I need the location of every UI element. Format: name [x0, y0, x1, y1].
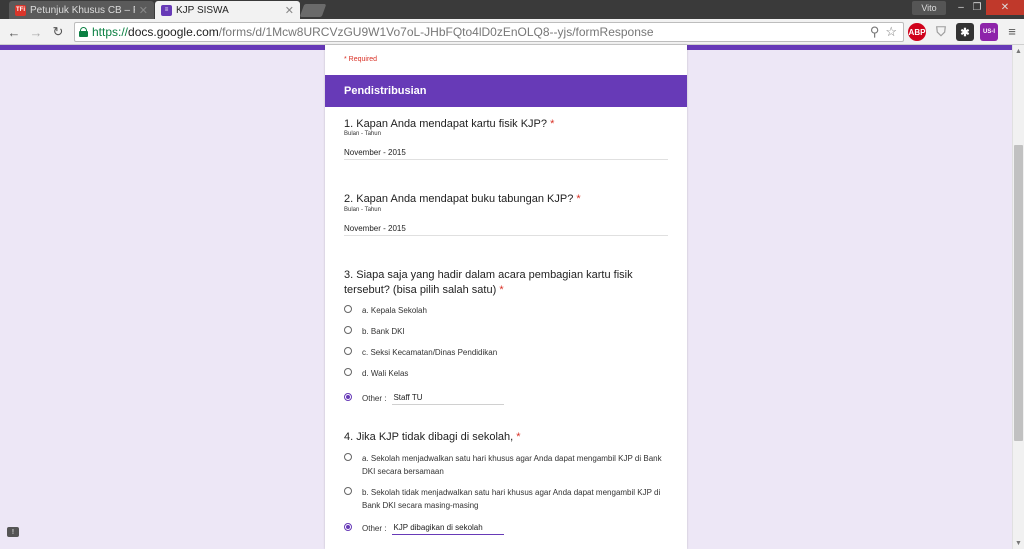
question-1-title: 1. Kapan Anda mendapat kartu fisik KJP? …	[344, 117, 664, 132]
new-tab-button[interactable]	[299, 4, 327, 17]
option-label: a. Sekolah menjadwalkan satu hari khusus…	[362, 454, 662, 476]
adblock-plus-icon[interactable]: ABP	[908, 23, 926, 41]
question-3-option-other[interactable]: Other : Staff TU	[344, 392, 674, 406]
radio-button[interactable]	[344, 305, 352, 313]
back-button[interactable]: ←	[6, 24, 22, 40]
required-note: * Required	[344, 56, 378, 63]
puzzle-extension-icon[interactable]: ✱	[956, 23, 974, 41]
question-3-option-a[interactable]: a. Kepala Sekolah	[344, 304, 674, 317]
question-3-option-c[interactable]: c. Seksi Kecamatan/Dinas Pendidikan	[344, 346, 674, 359]
tab-title: Petunjuk Khusus CB – Profi	[30, 4, 135, 16]
tab-petunjuk[interactable]: TFi Petunjuk Khusus CB – Profi ✕	[9, 1, 154, 19]
url-path: /forms/d/1Mcw8URCVzGU9W1Vo7oL-JHbFQto4lD…	[218, 25, 654, 39]
tab-title: KJP SISWA	[176, 4, 229, 16]
question-1-input[interactable]: November - 2015	[344, 146, 668, 160]
option-label: b. Sekolah tidak menjadwalkan satu hari …	[362, 488, 661, 510]
required-star: *	[576, 193, 581, 205]
address-bar[interactable]: https:// docs.google.com /forms/d/1Mcw8U…	[74, 22, 904, 42]
menu-icon[interactable]: ≡	[1004, 23, 1020, 39]
close-tab-icon[interactable]: ✕	[285, 4, 294, 17]
other-text-input[interactable]: KJP dibagikan di sekolah	[392, 521, 505, 535]
browser-titlebar: TFi Petunjuk Khusus CB – Profi ✕ ≡ KJP S…	[0, 0, 1024, 19]
question-4-option-a[interactable]: a. Sekolah menjadwalkan satu hari khusus…	[344, 452, 674, 478]
radio-button[interactable]	[344, 453, 352, 461]
required-star: *	[550, 118, 555, 130]
scroll-up-icon[interactable]: ▲	[1013, 45, 1024, 57]
radio-button[interactable]	[344, 347, 352, 355]
radio-button-selected[interactable]	[344, 523, 352, 531]
radio-button[interactable]	[344, 326, 352, 334]
tfi-favicon-icon: TFi	[15, 4, 26, 16]
question-text: 1. Kapan Anda mendapat kartu fisik KJP?	[344, 118, 548, 130]
option-label: c. Seksi Kecamatan/Dinas Pendidikan	[362, 348, 498, 357]
scroll-down-icon[interactable]: ▼	[1013, 537, 1024, 549]
other-label: Other :	[362, 394, 387, 403]
question-3-option-b[interactable]: b. Bank DKI	[344, 325, 674, 338]
other-text-input[interactable]: Staff TU	[392, 391, 505, 405]
question-4-title: 4. Jika KJP tidak dibagi di sekolah, *	[344, 430, 664, 445]
feedback-icon[interactable]: !	[7, 527, 19, 537]
browser-toolbar: ← → ↻ https:// docs.google.com /forms/d/…	[0, 19, 1024, 45]
forward-button[interactable]: →	[28, 24, 44, 40]
reload-button[interactable]: ↻	[50, 24, 66, 40]
bookmark-star-icon[interactable]: ☆	[885, 24, 897, 40]
close-tab-icon[interactable]: ✕	[139, 4, 148, 17]
question-text: 4. Jika KJP tidak dibagi di sekolah,	[344, 431, 514, 443]
other-label: Other :	[362, 524, 387, 533]
url-host: docs.google.com	[128, 25, 219, 39]
window-close-button[interactable]: ✕	[986, 0, 1024, 15]
question-4-option-b[interactable]: b. Sekolah tidak menjadwalkan satu hari …	[344, 486, 674, 512]
page-scrollbar[interactable]: ▲ ▼	[1012, 45, 1024, 549]
question-3-option-d[interactable]: d. Wali Kelas	[344, 367, 674, 380]
radio-button[interactable]	[344, 368, 352, 376]
shield-extension-icon[interactable]: ⛉	[932, 23, 950, 41]
question-text: 2. Kapan Anda mendapat buku tabungan KJP…	[344, 193, 574, 205]
url-scheme: https://	[92, 25, 129, 39]
question-3-title: 3. Siapa saja yang hadir dalam acara pem…	[344, 268, 664, 298]
profile-button[interactable]: Vito	[912, 1, 946, 15]
question-2-title: 2. Kapan Anda mendapat buku tabungan KJP…	[344, 192, 664, 207]
required-star: *	[499, 284, 504, 296]
question-2-help: Bulan - Tahun	[344, 207, 381, 213]
option-label: b. Bank DKI	[362, 327, 405, 336]
radio-button-selected[interactable]	[344, 393, 352, 401]
option-label: d. Wali Kelas	[362, 369, 409, 378]
lock-icon	[79, 27, 88, 37]
scroll-thumb[interactable]	[1014, 145, 1023, 441]
radio-button[interactable]	[344, 487, 352, 495]
option-label: a. Kepala Sekolah	[362, 306, 427, 315]
us-extension-icon[interactable]: US-I	[980, 23, 998, 41]
question-2-input[interactable]: November - 2015	[344, 222, 668, 236]
question-1-help: Bulan - Tahun	[344, 131, 381, 137]
search-icon[interactable]: ⚲	[870, 24, 880, 40]
section-title: Pendistribusian	[325, 75, 687, 107]
required-star: *	[516, 431, 521, 443]
forms-icon: ≡	[161, 4, 172, 16]
tab-kjp-siswa[interactable]: ≡ KJP SISWA ✕	[155, 1, 300, 19]
form-card: * Required Pendistribusian 1. Kapan Anda…	[325, 45, 687, 549]
question-4-option-other[interactable]: Other : KJP dibagikan di sekolah	[344, 522, 674, 536]
question-text: 3. Siapa saja yang hadir dalam acara pem…	[344, 269, 633, 296]
